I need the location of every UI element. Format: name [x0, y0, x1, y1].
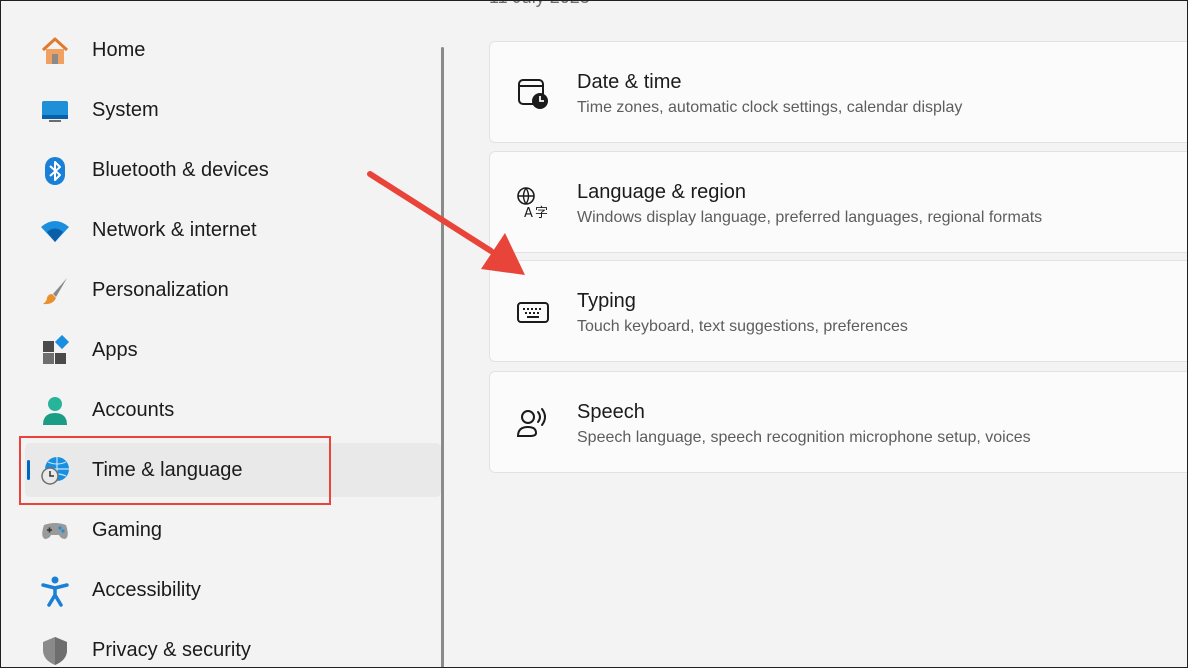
- brush-icon: [43, 278, 67, 305]
- sidebar-item-accounts[interactable]: Accounts: [25, 383, 441, 437]
- wifi-icon: [41, 221, 69, 242]
- sidebar-item-system[interactable]: System: [25, 83, 441, 137]
- sidebar-item-network[interactable]: Network & internet: [25, 203, 441, 257]
- sidebar-item-label: Gaming: [92, 518, 163, 541]
- accessibility-icon: [41, 576, 69, 607]
- card-title: Speech: [577, 401, 645, 423]
- card-speech[interactable]: Speech Speech language, speech recogniti…: [489, 371, 1187, 473]
- card-title: Language & region: [577, 181, 747, 203]
- sidebar-item-apps[interactable]: Apps: [25, 323, 441, 377]
- svg-text:字: 字: [535, 206, 548, 220]
- sidebar-item-accessibility[interactable]: Accessibility: [25, 563, 441, 617]
- sidebar-item-personalization[interactable]: Personalization: [25, 263, 441, 317]
- sidebar-item-label: Network & internet: [92, 218, 257, 241]
- sidebar-item-label: System: [92, 98, 159, 121]
- sidebar-item-label: Apps: [92, 338, 138, 361]
- sidebar-item-label: Accounts: [92, 398, 175, 421]
- card-title: Typing: [577, 290, 636, 312]
- card-title: Date & time: [577, 71, 682, 93]
- keyboard-icon: [517, 302, 549, 323]
- card-subtitle: Time zones, automatic clock settings, ca…: [577, 99, 963, 116]
- gamepad-icon: [42, 523, 68, 539]
- card-language-region[interactable]: A 字 Language & region Windows display la…: [489, 151, 1187, 253]
- language-icon: A 字: [517, 187, 548, 220]
- system-icon: [42, 101, 68, 122]
- speech-icon: [516, 408, 546, 437]
- sidebar-item-label: Home: [92, 38, 146, 61]
- sidebar-item-label: Accessibility: [92, 578, 201, 601]
- sidebar-item-label: Privacy & security: [92, 638, 251, 661]
- sidebar-item-label: Personalization: [92, 278, 229, 301]
- sidebar-item-gaming[interactable]: Gaming: [25, 503, 441, 557]
- sidebar-item-privacy[interactable]: Privacy & security: [25, 623, 441, 667]
- card-subtitle: Windows display language, preferred lang…: [577, 209, 1043, 226]
- annotation-highlight-box: [19, 436, 331, 505]
- bluetooth-icon: [45, 157, 65, 185]
- settings-window: 11 July 2023 Home System Bluetoot: [0, 0, 1188, 668]
- sidebar-scrollbar[interactable]: [441, 47, 444, 667]
- card-date-time[interactable]: Date & time Time zones, automatic clock …: [489, 41, 1187, 143]
- card-subtitle: Speech language, speech recognition micr…: [577, 429, 1031, 446]
- home-icon: [41, 37, 69, 64]
- sidebar-nav: Home System Bluetooth & devices Network …: [1, 23, 443, 667]
- card-typing[interactable]: Typing Touch keyboard, text suggestions,…: [489, 260, 1187, 362]
- apps-icon: [43, 335, 70, 364]
- card-subtitle: Touch keyboard, text suggestions, prefer…: [577, 318, 908, 335]
- sidebar-item-bluetooth[interactable]: Bluetooth & devices: [25, 143, 441, 197]
- sidebar-item-label: Bluetooth & devices: [92, 158, 269, 181]
- calendar-clock-icon: [518, 79, 548, 109]
- shield-icon: [43, 637, 67, 665]
- svg-text:A: A: [524, 206, 533, 220]
- account-icon: [43, 397, 67, 425]
- date-heading: 11 July 2023: [489, 1, 590, 8]
- sidebar-item-home[interactable]: Home: [25, 23, 441, 77]
